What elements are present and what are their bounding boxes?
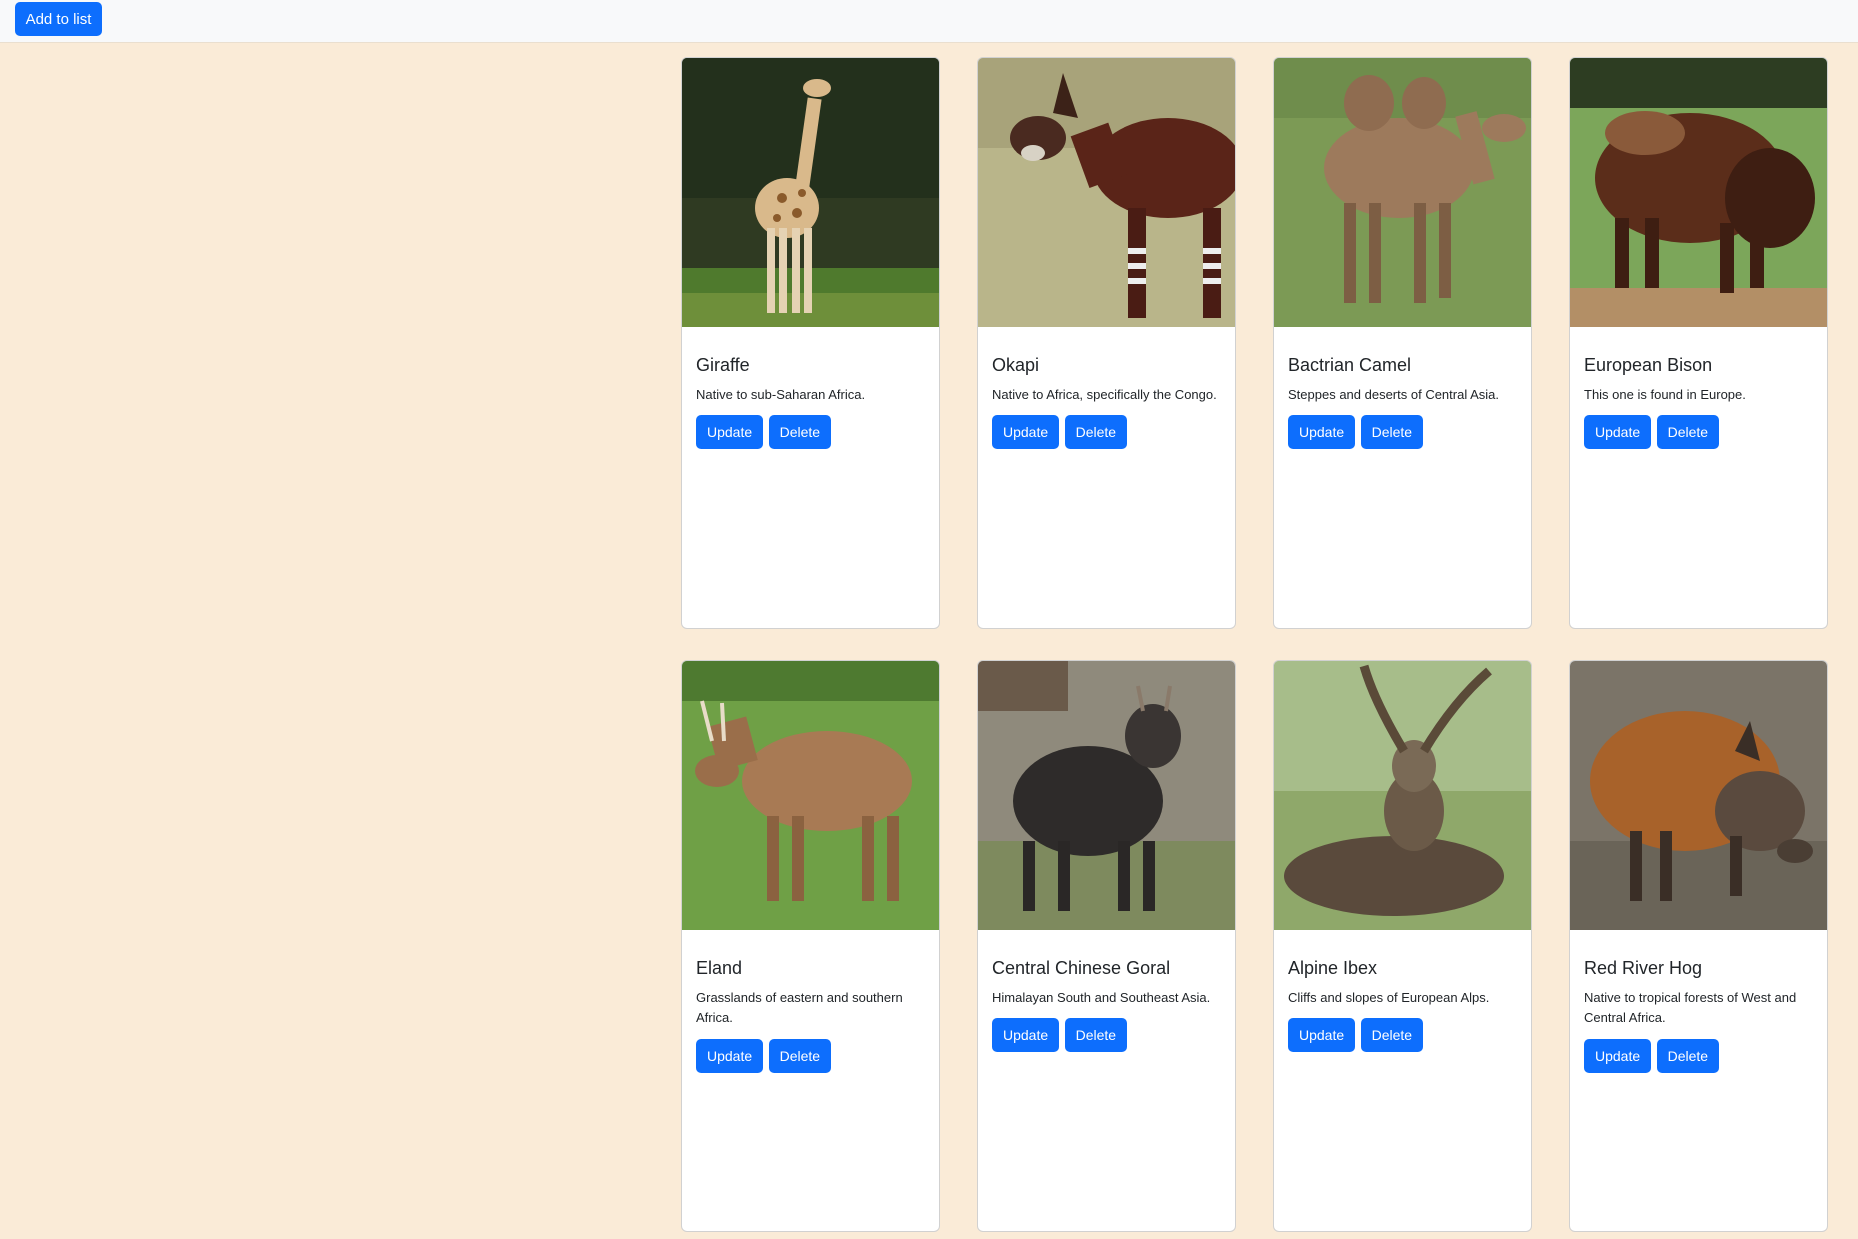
card-title: Red River Hog — [1584, 958, 1703, 978]
card-actions: Update Delete — [992, 415, 1221, 450]
giraffe-photo — [682, 58, 939, 327]
card-actions: Update Delete — [696, 1039, 925, 1074]
animal-card: Okapi Native to Africa, specifically the… — [977, 57, 1236, 629]
delete-button[interactable]: Delete — [768, 415, 832, 450]
animal-card: Central Chinese Goral Himalayan South an… — [977, 660, 1236, 1232]
ibex-photo — [1274, 661, 1531, 930]
card-description: Steppes and deserts of Central Asia. — [1288, 386, 1500, 402]
update-button[interactable]: Update — [1584, 415, 1652, 450]
update-button[interactable]: Update — [696, 1039, 764, 1074]
delete-button[interactable]: Delete — [768, 1039, 832, 1074]
animal-card-grid: Giraffe Native to sub-Saharan Africa. Up… — [681, 57, 1828, 1232]
update-button[interactable]: Update — [992, 415, 1060, 450]
okapi-photo — [978, 58, 1235, 327]
card-description: Himalayan South and Southeast Asia. — [992, 989, 1211, 1005]
card-description: Grasslands of eastern and southern Afric… — [696, 989, 903, 1026]
update-button[interactable]: Update — [1288, 415, 1356, 450]
animal-card: Eland Grasslands of eastern and southern… — [681, 660, 940, 1232]
card-title: Okapi — [992, 355, 1040, 375]
card-title: Central Chinese Goral — [992, 958, 1171, 978]
card-title: Alpine Ibex — [1288, 958, 1378, 978]
delete-button[interactable]: Delete — [1360, 1018, 1424, 1053]
animal-card: Alpine Ibex Cliffs and slopes of Europea… — [1273, 660, 1532, 1232]
update-button[interactable]: Update — [696, 415, 764, 450]
top-navbar: Add to list — [0, 0, 1858, 43]
card-description: Cliffs and slopes of European Alps. — [1288, 989, 1490, 1005]
delete-button[interactable]: Delete — [1360, 415, 1424, 450]
update-button[interactable]: Update — [992, 1018, 1060, 1053]
delete-button[interactable]: Delete — [1656, 415, 1720, 450]
card-actions: Update Delete — [696, 415, 925, 450]
card-title: Giraffe — [696, 355, 750, 375]
bison-photo — [1570, 58, 1827, 327]
add-to-list-button[interactable]: Add to list — [15, 2, 102, 36]
goral-photo — [978, 661, 1235, 930]
update-button[interactable]: Update — [1288, 1018, 1356, 1053]
animal-card: Giraffe Native to sub-Saharan Africa. Up… — [681, 57, 940, 629]
card-title: Bactrian Camel — [1288, 355, 1412, 375]
card-actions: Update Delete — [992, 1018, 1221, 1053]
animal-card: Red River Hog Native to tropical forests… — [1569, 660, 1828, 1232]
card-description: Native to sub-Saharan Africa. — [696, 386, 866, 402]
eland-photo — [682, 661, 939, 930]
animal-card: Bactrian Camel Steppes and deserts of Ce… — [1273, 57, 1532, 629]
delete-button[interactable]: Delete — [1656, 1039, 1720, 1074]
delete-button[interactable]: Delete — [1064, 415, 1128, 450]
card-description: This one is found in Europe. — [1584, 386, 1746, 402]
camel-photo — [1274, 58, 1531, 327]
red-river-hog-photo — [1570, 661, 1827, 930]
card-actions: Update Delete — [1288, 1018, 1517, 1053]
card-actions: Update Delete — [1584, 415, 1813, 450]
animal-card: European Bison This one is found in Euro… — [1569, 57, 1828, 629]
card-actions: Update Delete — [1288, 415, 1517, 450]
card-description: Native to tropical forests of West and C… — [1584, 989, 1797, 1026]
card-actions: Update Delete — [1584, 1039, 1813, 1074]
update-button[interactable]: Update — [1584, 1039, 1652, 1074]
delete-button[interactable]: Delete — [1064, 1018, 1128, 1053]
card-description: Native to Africa, specifically the Congo… — [992, 386, 1217, 402]
card-title: Eland — [696, 958, 743, 978]
card-title: European Bison — [1584, 355, 1713, 375]
